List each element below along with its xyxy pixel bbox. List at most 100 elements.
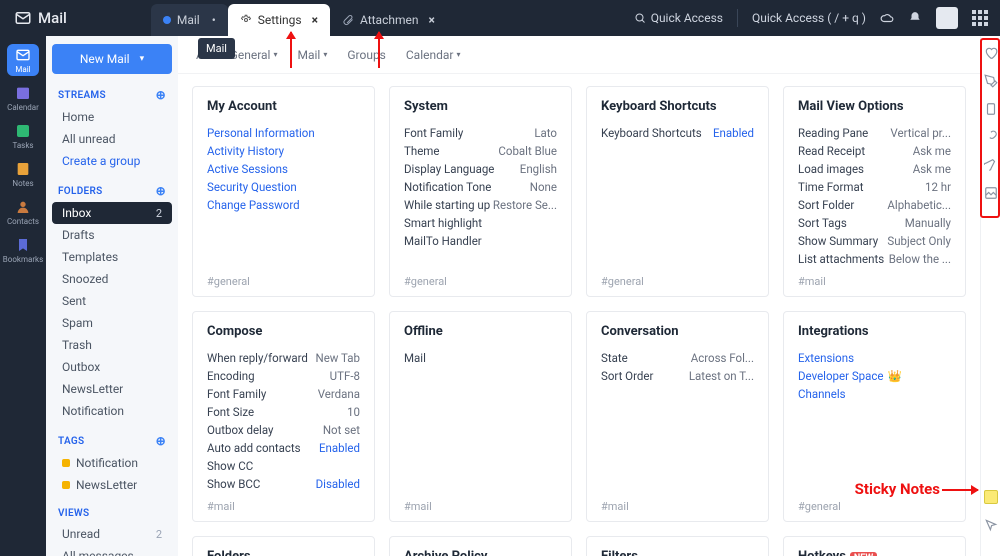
sidebar-create-group[interactable]: Create a group bbox=[52, 150, 172, 172]
settings-card[interactable]: SystemFont FamilyLatoThemeCobalt BlueDis… bbox=[389, 86, 572, 297]
setting-row[interactable]: Smart highlight bbox=[404, 214, 557, 232]
sidebar-item-notification[interactable]: Notification bbox=[52, 400, 172, 422]
sidebar-item-sent[interactable]: Sent bbox=[52, 290, 172, 312]
cloud-icon[interactable] bbox=[880, 11, 894, 25]
sticky-note-icon[interactable] bbox=[984, 490, 998, 504]
close-icon[interactable]: × bbox=[428, 13, 434, 27]
sidebar-view-unread[interactable]: Unread2 bbox=[52, 523, 172, 545]
add-stream-icon[interactable]: ⊕ bbox=[156, 88, 166, 102]
setting-row[interactable]: Time Format12 hr bbox=[798, 178, 951, 196]
setting-row[interactable]: Show CC bbox=[207, 457, 360, 475]
rail-notes[interactable]: Notes bbox=[7, 158, 39, 190]
heart-icon[interactable] bbox=[984, 46, 998, 60]
setting-row[interactable]: Load imagesAsk me bbox=[798, 160, 951, 178]
sidebar-tag-newsletter[interactable]: NewsLetter bbox=[52, 474, 172, 496]
tab-attachments[interactable]: Attachmen × bbox=[330, 4, 447, 36]
image-icon[interactable] bbox=[984, 186, 998, 200]
settings-card[interactable]: Mail View OptionsReading PaneVertical pr… bbox=[783, 86, 966, 297]
cursor-icon[interactable] bbox=[984, 518, 998, 532]
sidebar-item-newsletter[interactable]: NewsLetter bbox=[52, 378, 172, 400]
rail-tasks[interactable]: Tasks bbox=[7, 120, 39, 152]
sidebar-item-drafts[interactable]: Drafts bbox=[52, 224, 172, 246]
card-hash: #general bbox=[601, 275, 644, 288]
sidebar-item-spam[interactable]: Spam bbox=[52, 312, 172, 334]
rail-contacts[interactable]: Contacts bbox=[7, 196, 39, 228]
setting-row[interactable]: Show BCCDisabled bbox=[207, 475, 360, 493]
setting-row[interactable]: Auto add contactsEnabled bbox=[207, 439, 360, 457]
subnav-groups[interactable]: Groups bbox=[347, 48, 386, 62]
chevron-down-icon: ▾ bbox=[273, 50, 277, 59]
setting-row[interactable]: Keyboard ShortcutsEnabled bbox=[601, 124, 754, 142]
sidebar-item-inbox[interactable]: Inbox2 bbox=[52, 202, 172, 224]
settings-card[interactable]: HotkeysNEWNew Hotkeys#mail bbox=[783, 536, 966, 556]
add-folder-icon[interactable]: ⊕ bbox=[156, 184, 166, 198]
card-title: Offline bbox=[404, 324, 557, 339]
settings-card[interactable]: Archive PolicyArchive Policy#mail bbox=[389, 536, 572, 556]
sidebar-item-snoozed[interactable]: Snoozed bbox=[52, 268, 172, 290]
new-mail-button[interactable]: New Mail▾ bbox=[52, 44, 172, 74]
sidebar-tag-notification[interactable]: Notification bbox=[52, 452, 172, 474]
setting-row[interactable]: Reading PaneVertical pr... bbox=[798, 124, 951, 142]
sidebar-item-templates[interactable]: Templates bbox=[52, 246, 172, 268]
setting-row[interactable]: Mail bbox=[404, 349, 557, 367]
setting-row[interactable]: Sort TagsManually bbox=[798, 214, 951, 232]
section-tags: TAGS⊕ bbox=[52, 430, 172, 452]
bell-icon[interactable] bbox=[908, 11, 922, 25]
link-icon[interactable] bbox=[984, 130, 998, 144]
sidebar-item-outbox[interactable]: Outbox bbox=[52, 356, 172, 378]
apps-grid-icon[interactable] bbox=[972, 10, 988, 26]
tab-mail[interactable]: Mail • bbox=[151, 4, 228, 36]
card-link[interactable]: Personal Information bbox=[207, 124, 360, 142]
sidebar-item-all-unread[interactable]: All unread bbox=[52, 128, 172, 150]
settings-card[interactable]: ComposeWhen reply/forwardNew TabEncoding… bbox=[192, 311, 375, 522]
settings-card[interactable]: FiltersCreate New Incoming Filter#mail bbox=[586, 536, 769, 556]
settings-card[interactable]: ConversationStateAcross Fol...Sort Order… bbox=[586, 311, 769, 522]
setting-row[interactable]: Display LanguageEnglish bbox=[404, 160, 557, 178]
rail-bookmarks[interactable]: Bookmarks bbox=[7, 234, 39, 266]
setting-row[interactable]: Show SummarySubject Only bbox=[798, 232, 951, 250]
setting-row[interactable]: Notification ToneNone bbox=[404, 178, 557, 196]
tab-settings[interactable]: Settings × bbox=[228, 4, 330, 36]
brush-icon[interactable] bbox=[984, 158, 998, 172]
setting-row[interactable]: Sort FolderAlphabetic... bbox=[798, 196, 951, 214]
setting-row[interactable]: Font FamilyLato bbox=[404, 124, 557, 142]
card-link[interactable]: Active Sessions bbox=[207, 160, 360, 178]
sidebar-item-home[interactable]: Home bbox=[52, 106, 172, 128]
subnav-general[interactable]: General▾ bbox=[230, 48, 278, 62]
clipboard-icon[interactable] bbox=[984, 102, 998, 116]
setting-value: Restore Se... bbox=[493, 198, 557, 212]
subnav-mail[interactable]: Mail▾ bbox=[298, 48, 328, 62]
settings-card[interactable]: OfflineMail#mail bbox=[389, 311, 572, 522]
setting-row[interactable]: Read ReceiptAsk me bbox=[798, 142, 951, 160]
card-link[interactable]: Change Password bbox=[207, 196, 360, 214]
setting-row[interactable]: EncodingUTF-8 bbox=[207, 367, 360, 385]
subnav-calendar[interactable]: Calendar▾ bbox=[406, 48, 461, 62]
setting-row[interactable]: Font Size10 bbox=[207, 403, 360, 421]
settings-card[interactable]: My AccountPersonal InformationActivity H… bbox=[192, 86, 375, 297]
settings-card[interactable]: Keyboard ShortcutsKeyboard ShortcutsEnab… bbox=[586, 86, 769, 297]
rail-mail[interactable]: Mail bbox=[7, 44, 39, 76]
settings-card[interactable]: FoldersCreate Folder#mail bbox=[192, 536, 375, 556]
avatar[interactable] bbox=[936, 7, 958, 29]
setting-row[interactable]: When reply/forwardNew Tab bbox=[207, 349, 360, 367]
setting-row[interactable]: Outbox delayNot set bbox=[207, 421, 360, 439]
rail-calendar[interactable]: Calendar bbox=[7, 82, 39, 114]
quick-access-search[interactable]: Quick Access bbox=[634, 11, 723, 25]
close-icon[interactable]: × bbox=[312, 13, 318, 27]
sidebar-item-trash[interactable]: Trash bbox=[52, 334, 172, 356]
setting-row[interactable]: MailTo Handler bbox=[404, 232, 557, 250]
sidebar-view-all-messages[interactable]: All messages bbox=[52, 545, 172, 556]
card-link[interactable]: Channels bbox=[798, 385, 951, 403]
pen-icon[interactable] bbox=[984, 74, 998, 88]
card-link[interactable]: Security Question bbox=[207, 178, 360, 196]
setting-row[interactable]: While starting upRestore Se... bbox=[404, 196, 557, 214]
setting-row[interactable]: Font FamilyVerdana bbox=[207, 385, 360, 403]
setting-row[interactable]: Sort OrderLatest on T... bbox=[601, 367, 754, 385]
setting-row[interactable]: StateAcross Fol... bbox=[601, 349, 754, 367]
setting-row[interactable]: List attachmentsBelow the ... bbox=[798, 250, 951, 268]
card-link[interactable]: Activity History bbox=[207, 142, 360, 160]
card-link[interactable]: Extensions bbox=[798, 349, 951, 367]
setting-row[interactable]: ThemeCobalt Blue bbox=[404, 142, 557, 160]
card-link[interactable]: Developer Space👑 bbox=[798, 367, 951, 385]
add-tag-icon[interactable]: ⊕ bbox=[156, 434, 166, 448]
